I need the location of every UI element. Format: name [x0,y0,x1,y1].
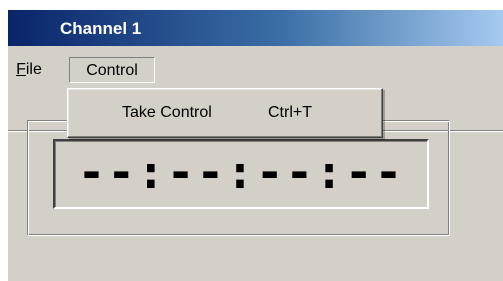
menu-item-take-control-label: Take Control [122,104,212,121]
menu-file-mnemonic: F [16,61,26,78]
control-dropdown-menu: Take Control Ctrl+T [67,88,383,138]
timecode-display: --:--:--:-- [53,139,429,209]
menu-item-take-control-shortcut: Ctrl+T [268,104,312,121]
window-title: Channel 1 [60,19,142,38]
title-bar[interactable]: Channel 1 [8,10,503,46]
menu-control-label: Control [86,62,138,79]
menu-control[interactable]: Control [69,57,155,83]
menu-file[interactable]: File [12,57,46,83]
channel-window: Channel 1 File Control --:--:--:-- Take … [8,10,503,281]
menu-item-take-control[interactable]: Take Control Ctrl+T [68,99,382,127]
menu-file-label-rest: ile [25,61,42,78]
